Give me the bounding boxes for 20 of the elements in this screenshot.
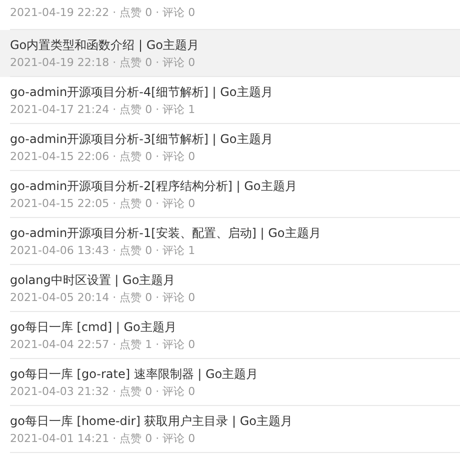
post-title[interactable]: go每日一库 [home-dir] 获取用户主目录 | Go主题月 — [10, 412, 460, 430]
post-title[interactable]: go每日一库 [go-rate] 速率限制器 | Go主题月 — [10, 365, 460, 383]
list-row[interactable]: Go内置类型和函数介绍 | Go主题月 2021-04-19 22:18 · 点赞 0 · 评论 0 — [0, 30, 460, 77]
post-meta: 2021-04-17 21:24 · 点赞 0 · 评论 1 — [10, 102, 196, 118]
post-title[interactable]: go-admin开源项目分析-1[安装、配置、启动] | Go主题月 — [10, 224, 460, 242]
post-meta: 2021-04-01 14:21 · 点赞 0 · 评论 0 — [10, 431, 196, 447]
post-meta: 2021-04-15 22:06 · 点赞 0 · 评论 0 — [10, 149, 196, 165]
post-title[interactable]: golang中时区设置 | Go主题月 — [10, 271, 460, 289]
post-meta: 2021-04-15 22:05 · 点赞 0 · 评论 0 — [10, 196, 196, 212]
post-meta: 2021-04-03 21:32 · 点赞 0 · 评论 0 — [10, 384, 196, 400]
post-title[interactable]: go-admin开源项目分析-3[细节解析] | Go主题月 — [10, 130, 460, 148]
post-meta: 2021-04-19 22:18 · 点赞 0 · 评论 0 — [10, 55, 196, 71]
post-title[interactable]: go-admin开源项目分析-4[细节解析] | Go主题月 — [10, 83, 460, 101]
post-meta: 2021-04-04 22:57 · 点赞 1 · 评论 0 — [10, 337, 196, 353]
post-meta: 2021-04-19 22:22 · 点赞 0 · 评论 0 — [10, 5, 196, 21]
post-title[interactable]: go每日一库 [cmd] | Go主题月 — [10, 318, 460, 336]
post-meta: 2021-04-05 20:14 · 点赞 0 · 评论 0 — [10, 290, 196, 306]
post-title[interactable]: go-admin开源项目分析-2[程序结构分析] | Go主题月 — [10, 177, 460, 195]
post-title[interactable]: Go内置类型和函数介绍 | Go主题月 — [10, 36, 460, 54]
post-meta: 2021-04-06 13:43 · 点赞 0 · 评论 1 — [10, 243, 196, 259]
